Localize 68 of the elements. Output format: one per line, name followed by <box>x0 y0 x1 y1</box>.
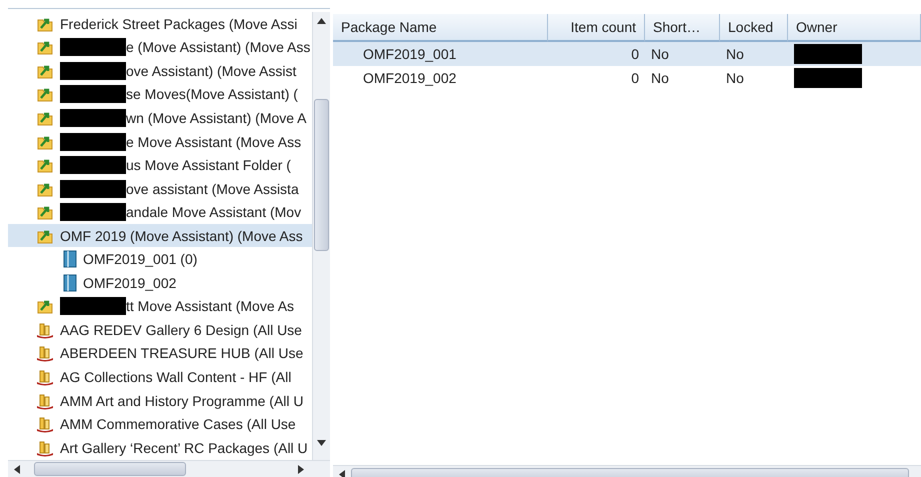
item-label: OMF2019_002 <box>83 274 176 291</box>
folder-books-icon <box>36 415 54 434</box>
horizontal-scrollbar[interactable] <box>8 460 330 477</box>
item-label: ABERDEEN TREASURE HUB (All Use <box>60 345 304 362</box>
tree-item[interactable]: us Move Assistant Folder ( <box>8 153 312 177</box>
table-cell-text: No <box>650 69 670 88</box>
tree-item[interactable]: se Moves(Move Assistant) ( <box>8 82 312 106</box>
item-label: OMF2019_001 (0) <box>83 251 198 268</box>
vertical-scrollbar[interactable] <box>312 12 330 460</box>
table-cell: 0 <box>548 42 645 66</box>
scroll-down-icon[interactable] <box>317 440 326 446</box>
tree-item[interactable]: wn (Move Assistant) (Move A <box>8 106 312 130</box>
item-label: ove assistant (Move Assista <box>126 180 299 197</box>
item-label: us Move Assistant Folder ( <box>126 157 291 174</box>
scroll-right-icon[interactable] <box>298 464 304 474</box>
tree-item[interactable]: e Move Assistant (Move Ass <box>8 130 312 154</box>
column-header[interactable]: Package Name <box>333 14 548 42</box>
tree-item[interactable]: ABERDEEN TREASURE HUB (All Use <box>8 342 312 366</box>
book-icon <box>63 250 77 268</box>
table-cell-text: 0 <box>630 69 640 88</box>
column-header[interactable]: Short… <box>645 14 720 42</box>
folder-books-icon <box>36 392 54 410</box>
item-label: e (Move Assistant) (Move Ass <box>126 39 310 56</box>
book-icon <box>63 274 77 292</box>
tree-item[interactable]: andale Move Assistant (Mov <box>8 200 312 224</box>
item-label: OMF 2019 (Move Assistant) (Move Ass <box>60 228 303 244</box>
scroll-thumb[interactable] <box>34 462 186 476</box>
scroll-thumb[interactable] <box>314 99 330 251</box>
item-label: AAG REDEV Gallery 6 Design (All Use <box>60 322 302 338</box>
tree-item[interactable]: AG Collections Wall Content - HF (All <box>8 365 312 389</box>
column-header[interactable]: Item count <box>548 14 645 42</box>
table-cell-text: No <box>725 69 745 88</box>
tree-item[interactable]: OMF2019_001 (0) <box>8 247 312 272</box>
tree-item[interactable]: ove assistant (Move Assista <box>8 176 312 200</box>
table-cell: No <box>720 42 788 66</box>
tree-item[interactable]: OMF 2019 (Move Assistant) (Move Ass <box>8 224 312 248</box>
tree-item[interactable]: tt Move Assistant (Move As <box>8 294 312 318</box>
item-label: AMM Commemorative Cases (All Use <box>60 416 296 432</box>
folder-books-icon <box>36 344 54 362</box>
item-label: AG Collections Wall Content - HF (All <box>60 368 292 385</box>
scroll-left-icon[interactable] <box>14 464 20 474</box>
folder-books-icon <box>36 320 54 339</box>
item-label: tt Move Assistant (Move As <box>126 298 294 314</box>
item-label: se Moves(Move Assistant) ( <box>126 86 298 102</box>
tree-item[interactable]: ove Assistant) (Move Assist <box>8 59 312 83</box>
tree-item[interactable]: AMM Commemorative Cases (All Use <box>8 412 312 436</box>
table-cell: OMF2019_001 <box>333 42 548 66</box>
table-cell-text: OMF2019_002 <box>362 69 458 88</box>
scroll-up-icon[interactable] <box>317 18 326 24</box>
folder-books-icon <box>36 438 54 457</box>
table-cell: No <box>645 42 720 66</box>
item-label: e Move Assistant (Move Ass <box>126 134 302 150</box>
folder-books-icon <box>36 368 54 386</box>
tree-item[interactable]: OMF2019_002 <box>8 271 312 295</box>
item-label: Frederick Street Packages (Move Assi <box>60 16 298 32</box>
tree-item[interactable]: AMM Art and History Programme (All U <box>8 388 312 412</box>
tree-item[interactable]: AAG REDEV Gallery 6 Design (All Use <box>8 318 312 342</box>
item-label: AMM Art and History Programme (All U <box>60 392 304 409</box>
item-label: Art Gallery ‘Recent’ RC Packages (All U <box>60 440 308 456</box>
item-label: wn (Move Assistant) (Move A <box>126 110 307 126</box>
column-header[interactable]: Owner <box>788 14 921 42</box>
item-label: andale Move Assistant (Mov <box>126 204 302 220</box>
tree-item[interactable]: Art Gallery ‘Recent’ RC Packages (All U <box>8 436 312 460</box>
column-header[interactable]: Locked <box>720 14 788 42</box>
tree-item[interactable]: e (Move Assistant) (Move Ass <box>8 36 312 60</box>
item-label: ove Assistant) (Move Assist <box>126 62 296 79</box>
tree-item[interactable]: Frederick Street Packages (Move Assi <box>8 12 312 36</box>
scroll-left-icon[interactable] <box>339 470 345 477</box>
